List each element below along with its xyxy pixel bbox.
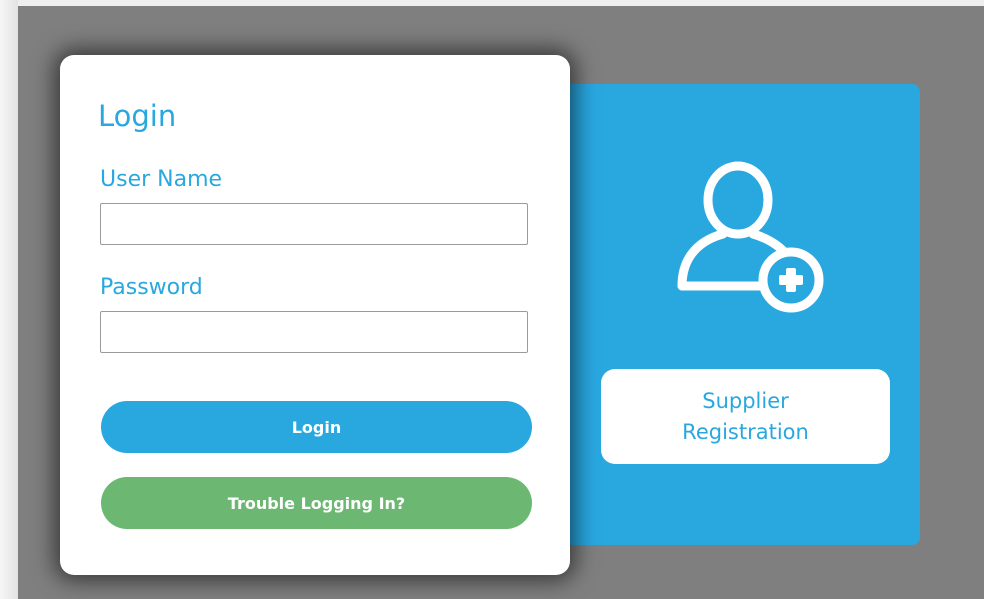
supplier-button-line1: Supplier <box>702 388 789 413</box>
trouble-logging-in-button[interactable]: Trouble Logging In? <box>101 477 532 529</box>
login-card: Login User Name Password Login Trouble L… <box>60 55 570 575</box>
username-input[interactable] <box>100 203 528 245</box>
password-label: Password <box>100 275 203 300</box>
user-add-icon <box>677 161 824 313</box>
login-button[interactable]: Login <box>101 401 532 453</box>
page-edge <box>0 0 18 599</box>
login-title: Login <box>98 99 177 133</box>
supplier-registration-button[interactable]: Supplier Registration <box>601 369 890 464</box>
supplier-button-line2: Registration <box>682 419 809 444</box>
password-input[interactable] <box>100 311 528 353</box>
supplier-registration-panel: Supplier Registration <box>558 84 920 545</box>
username-label: User Name <box>100 167 223 192</box>
